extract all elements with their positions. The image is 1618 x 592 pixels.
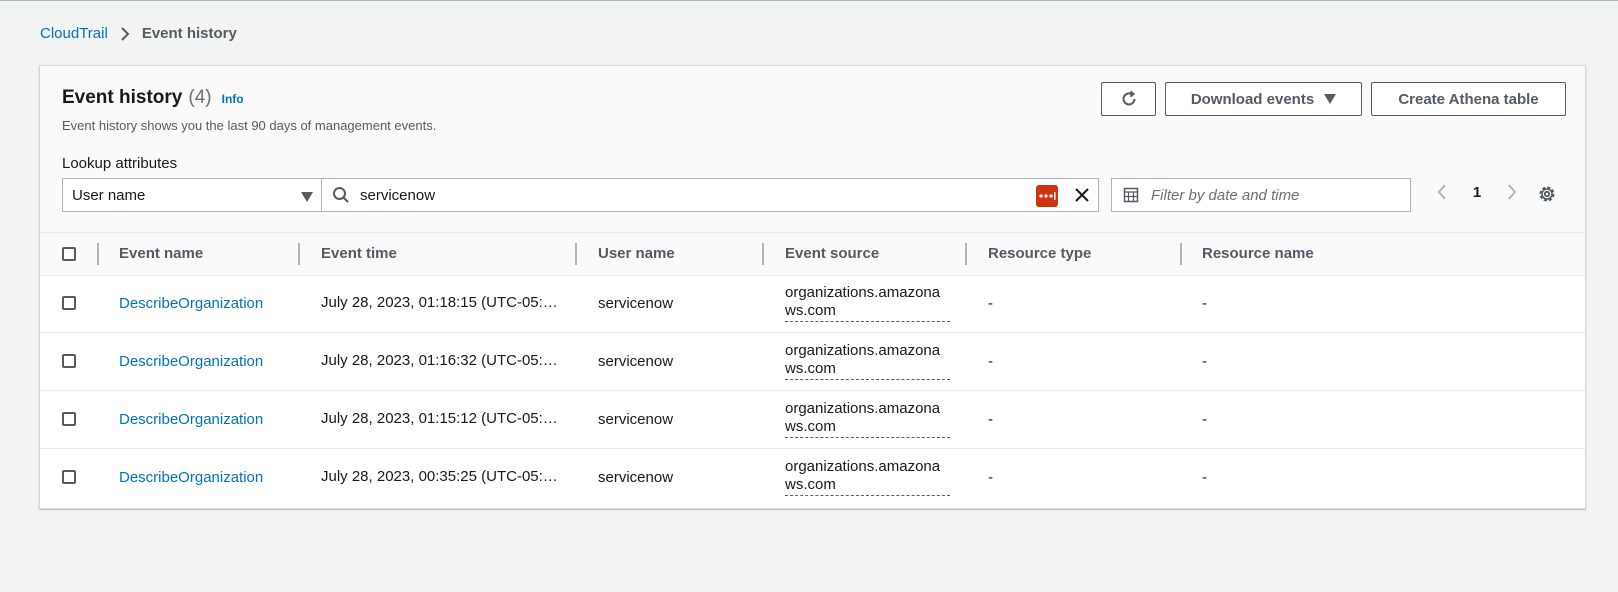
resource-name: - [1202, 352, 1207, 370]
chevron-right-icon [120, 26, 130, 42]
column-resizer[interactable] [298, 243, 300, 265]
table-row: DescribeOrganization July 28, 2023, 01:1… [40, 390, 1585, 449]
event-source[interactable]: organizations.amazonaws.com [785, 284, 950, 322]
column-header-event-time[interactable]: Event time [321, 233, 397, 275]
breadcrumb: CloudTrail Event history [40, 25, 237, 42]
page-description: Event history shows you the last 90 days… [62, 118, 437, 133]
event-name-link[interactable]: DescribeOrganization [119, 353, 263, 370]
resource-type: - [988, 352, 993, 370]
calendar-icon [1123, 187, 1139, 203]
page-number[interactable]: 1 [1447, 184, 1507, 201]
table-row: DescribeOrganization July 28, 2023, 00:3… [40, 448, 1585, 506]
column-resizer[interactable] [965, 243, 967, 265]
event-name-link[interactable]: DescribeOrganization [119, 411, 263, 428]
event-time: July 28, 2023, 00:35:25 (UTC-05:00) [321, 468, 561, 485]
column-header-event-name[interactable]: Event name [119, 233, 203, 275]
pagination: 1 [1437, 183, 1517, 201]
event-time: July 28, 2023, 01:16:32 (UTC-05:00) [321, 352, 561, 369]
resource-type: - [988, 468, 993, 486]
user-name: servicenow [598, 468, 674, 486]
column-resizer[interactable] [762, 243, 764, 265]
event-time: July 28, 2023, 01:18:15 (UTC-05:00) [321, 294, 561, 311]
resource-name: - [1202, 410, 1207, 428]
resource-name: - [1202, 294, 1207, 312]
chevron-left-icon[interactable] [1437, 183, 1447, 201]
event-name-link[interactable]: DescribeOrganization [119, 469, 263, 486]
gear-icon[interactable] [1537, 184, 1557, 204]
create-athena-table-button[interactable]: Create Athena table [1371, 82, 1566, 116]
panel-header: Event history (4) Info Event history sho… [40, 66, 1585, 232]
date-filter [1111, 178, 1411, 212]
event-source[interactable]: organizations.amazonaws.com [785, 458, 950, 496]
user-name: servicenow [598, 410, 674, 428]
select-all-checkbox[interactable] [62, 247, 76, 261]
refresh-button[interactable] [1101, 82, 1156, 116]
breadcrumb-current: Event history [141, 25, 237, 42]
table-header: Event name Event time User name Event so… [40, 232, 1585, 276]
breadcrumb-cloudtrail-link[interactable]: CloudTrail [40, 25, 108, 42]
resource-name: - [1202, 468, 1207, 486]
column-header-resource-type[interactable]: Resource type [988, 233, 1091, 275]
user-name: servicenow [598, 294, 674, 312]
column-header-user-name[interactable]: User name [598, 233, 675, 275]
event-source[interactable]: organizations.amazonaws.com [785, 400, 950, 438]
user-name: servicenow [598, 352, 674, 370]
search-icon [332, 186, 350, 204]
event-time: July 28, 2023, 01:15:12 (UTC-05:00) [321, 410, 561, 427]
event-name-link[interactable]: DescribeOrganization [119, 295, 263, 312]
row-checkbox[interactable] [62, 296, 76, 310]
lookup-attribute-select[interactable]: User name [62, 178, 321, 212]
lookup-attributes-label: Lookup attributes [62, 155, 178, 172]
table-row: DescribeOrganization July 28, 2023, 01:1… [40, 332, 1585, 391]
date-filter-input[interactable] [1149, 185, 1403, 205]
row-checkbox[interactable] [62, 412, 76, 426]
lookup-attribute-value: User name [72, 186, 146, 204]
event-history-panel: Event history (4) Info Event history sho… [39, 65, 1586, 509]
chevron-right-icon[interactable] [1507, 183, 1517, 201]
caret-down-icon [1324, 94, 1337, 104]
download-events-button[interactable]: Download events [1165, 82, 1362, 116]
event-source[interactable]: organizations.amazonaws.com [785, 342, 950, 380]
clear-search-icon[interactable] [1074, 187, 1090, 203]
title-row: Event history (4) Info [62, 87, 244, 109]
lookup-value-input[interactable] [358, 185, 1002, 205]
column-header-resource-name[interactable]: Resource name [1202, 233, 1314, 275]
column-resizer[interactable] [575, 243, 577, 265]
resource-type: - [988, 410, 993, 428]
password-manager-icon[interactable] [1036, 185, 1058, 207]
table-row: DescribeOrganization July 28, 2023, 01:1… [40, 274, 1585, 333]
refresh-icon [1119, 89, 1139, 109]
page-title: Event history [62, 87, 183, 108]
download-events-label: Download events [1190, 90, 1315, 108]
column-resizer[interactable] [1180, 243, 1182, 265]
lookup-value-search [321, 178, 1099, 212]
resource-type: - [988, 294, 993, 312]
column-header-event-source[interactable]: Event source [785, 233, 879, 275]
row-checkbox[interactable] [62, 354, 76, 368]
caret-down-icon [301, 189, 313, 206]
column-divider [97, 243, 99, 265]
event-count: (4) [188, 87, 212, 108]
info-link[interactable]: Info [222, 92, 244, 106]
row-checkbox[interactable] [62, 470, 76, 484]
